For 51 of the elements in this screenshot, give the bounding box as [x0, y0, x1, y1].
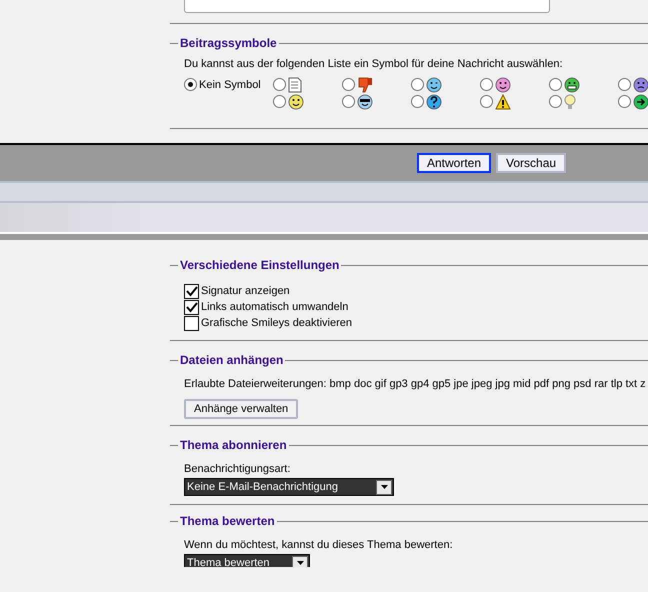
radio-button[interactable] [618, 95, 631, 108]
radio-button[interactable] [618, 78, 631, 91]
dropdown-arrow-icon [380, 485, 388, 489]
frowning-smiley-icon [633, 76, 648, 92]
section-legend: Beitragssymbole [178, 36, 279, 50]
section-legend: Thema abonnieren [178, 438, 289, 452]
checkbox[interactable] [184, 316, 199, 330]
smiley-icon [495, 76, 511, 92]
rating-select[interactable]: Thema bewerten [184, 554, 310, 567]
checkbox-label: Grafische Smileys deaktivieren [201, 317, 352, 329]
manage-attachments-button[interactable]: Anhänge verwalten [184, 399, 298, 419]
radio-button[interactable] [549, 95, 562, 108]
checkmark-icon [186, 286, 198, 296]
checkmark-icon [186, 302, 198, 312]
checkbox[interactable] [184, 300, 199, 314]
thumbs-down-icon [357, 76, 373, 92]
field-label: Benachrichtigungsart: [184, 463, 290, 475]
winking-smiley-icon [426, 76, 442, 92]
checkbox-label: Links automatisch umwandeln [201, 301, 348, 313]
checkbox[interactable] [184, 284, 199, 298]
radio-button[interactable] [480, 95, 493, 108]
instruction-text: Du kannst aus der folgenden Liste ein Symbol für deine Nachricht auswählen: [184, 58, 563, 70]
document-icon [288, 76, 302, 92]
section-legend: Dateien anhängen [178, 353, 286, 367]
section-legend: Verschiedene Einstellungen [178, 258, 342, 272]
checkbox-label: Signatur anzeigen [201, 285, 290, 297]
radio-button[interactable] [411, 95, 424, 108]
grinning-smiley-icon [564, 76, 580, 92]
lightbulb-icon [564, 94, 576, 110]
dropdown-arrow-icon [296, 561, 304, 565]
message-field[interactable] [184, 0, 550, 13]
sunglasses-smiley-icon [357, 94, 373, 110]
radio-button[interactable] [342, 78, 355, 91]
section-legend: Thema bewerten [178, 514, 277, 528]
form-button[interactable]: Antworten [417, 153, 492, 173]
allowed-extensions-text: Erlaubte Dateierweiterungen: bmp doc gif gp3 gp4 gp5 jpe jpeg jpg mid pdf png psd rar tlp txt z [184, 378, 646, 390]
radio-button[interactable] [411, 78, 424, 91]
field-label: Wenn du möchtest, kannst du dieses Thema bewerten: [184, 539, 453, 551]
form-button[interactable]: Vorschau [496, 153, 566, 173]
radio-button[interactable] [342, 95, 355, 108]
notification-select[interactable]: Keine E-Mail-Benachrichtigung [184, 478, 394, 496]
radio-button[interactable] [273, 95, 286, 108]
warning-icon [495, 94, 511, 110]
radio-button[interactable] [184, 78, 197, 91]
radio-label: Kein Symbol [199, 78, 261, 90]
radio-button[interactable] [549, 78, 562, 91]
arrow-icon [633, 94, 648, 110]
radio-button[interactable] [480, 78, 493, 91]
question-mark-icon [426, 94, 442, 110]
radio-button[interactable] [273, 78, 286, 91]
smiley-icon [288, 94, 304, 110]
